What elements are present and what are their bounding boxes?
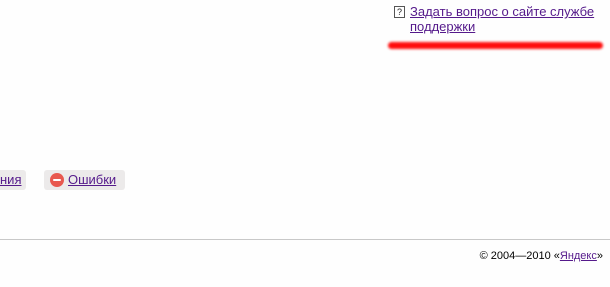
tab-errors-label[interactable]: Ошибки (68, 170, 116, 190)
footer-copyright: © 2004—2010 «Яндекс» (480, 250, 603, 263)
error-icon (50, 173, 64, 187)
tab-errors[interactable]: Ошибки (44, 170, 125, 190)
tab-partial[interactable]: ния (0, 170, 26, 190)
copyright-close: » (596, 250, 603, 262)
tab-partial-label[interactable]: ния (0, 172, 21, 187)
copyright-text: © 2004—2010 « (479, 250, 560, 262)
yandex-link[interactable]: Яндекс (560, 250, 597, 262)
red-annotation-stroke (388, 42, 603, 49)
footer-divider (0, 239, 610, 240)
ask-support-link[interactable]: Задать вопрос о сайте службе поддержки (410, 4, 610, 34)
question-icon: ? (394, 6, 405, 18)
